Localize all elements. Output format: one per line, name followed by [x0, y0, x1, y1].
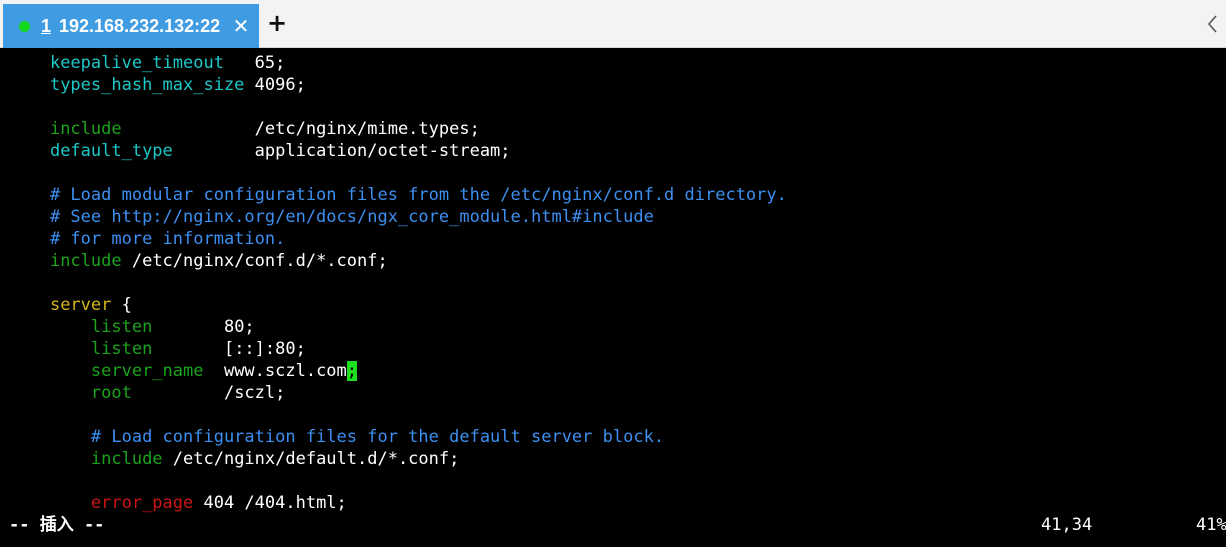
code-token: 65; [223, 53, 286, 73]
code-token: include [49, 119, 122, 139]
code-token: /etc/nginx/mime.types; [121, 119, 480, 139]
code-line: include /etc/nginx/conf.d/*.conf; [9, 250, 388, 272]
code-token: types_hash_max_size [49, 75, 245, 95]
code-line: keepalive_timeout 65; [9, 52, 285, 74]
connected-status-icon [19, 21, 30, 32]
tab-title: 192.168.232.132:22 [59, 16, 221, 36]
code-line: default_type application/octet-stream; [9, 140, 511, 162]
code-token: /etc/nginx/conf.d/*.conf; [121, 251, 388, 271]
session-tab[interactable]: 1 192.168.232.132:22 ✕ [3, 4, 259, 48]
vim-mode-indicator: -- 插入 -- [9, 515, 105, 535]
code-token: /etc/nginx/default.d/*.conf; [162, 449, 460, 469]
code-line: server_name www.sczl.com; [9, 360, 358, 382]
code-token: /sczl; [131, 383, 286, 403]
code-line: # for more information. [9, 228, 285, 250]
code-token: root [90, 383, 132, 403]
code-token: # for more information. [49, 229, 286, 249]
code-token: server_name [90, 361, 204, 381]
scroll-percent: 41% [1196, 515, 1226, 535]
code-token: [::]:80; [152, 339, 306, 359]
code-token: 404 /404.html; [193, 493, 347, 513]
code-token: www.sczl.com [203, 361, 347, 381]
code-token: 80; [152, 317, 255, 337]
code-token: keepalive_timeout [49, 53, 224, 73]
terminal-view[interactable]: keepalive_timeout 65; types_hash_max_siz… [0, 48, 1226, 547]
close-icon[interactable]: ✕ [231, 14, 251, 38]
code-line: types_hash_max_size 4096; [9, 74, 306, 96]
chevron-left-icon[interactable] [1204, 12, 1222, 36]
code-token: listen [90, 339, 153, 359]
code-token: error_page [90, 493, 194, 513]
code-token: include [90, 449, 163, 469]
code-token: server [49, 295, 112, 315]
code-token: default_type [49, 141, 173, 161]
code-line: # See http://nginx.org/en/docs/ngx_core_… [9, 206, 654, 228]
code-token: application/octet-stream; [172, 141, 511, 161]
tab-number: 1 [41, 16, 52, 36]
code-token: # See http://nginx.org/en/docs/ngx_core_… [49, 207, 654, 227]
code-line: # Load modular configuration files from … [9, 184, 787, 206]
text-cursor: ; [346, 361, 358, 381]
tab-bar: 1 192.168.232.132:22 ✕ + [0, 0, 1226, 48]
code-line: listen 80; [9, 316, 255, 338]
code-line: include /etc/nginx/mime.types; [9, 118, 480, 140]
code-line: listen [::]:80; [9, 338, 306, 360]
cursor-position: 41,34 [1041, 515, 1093, 535]
code-token: 4096; [244, 75, 306, 95]
code-line: root /sczl; [9, 382, 285, 404]
code-token: { [111, 295, 132, 315]
code-line: server { [9, 294, 132, 316]
code-token: include [49, 251, 122, 271]
code-token: # Load modular configuration files from … [49, 185, 787, 205]
new-tab-button[interactable]: + [266, 10, 288, 36]
code-line: error_page 404 /404.html; [9, 492, 347, 514]
code-token: # Load configuration files for the defau… [90, 427, 665, 447]
code-line: # Load configuration files for the defau… [9, 426, 664, 448]
code-line: include /etc/nginx/default.d/*.conf; [9, 448, 459, 470]
code-token: listen [90, 317, 153, 337]
